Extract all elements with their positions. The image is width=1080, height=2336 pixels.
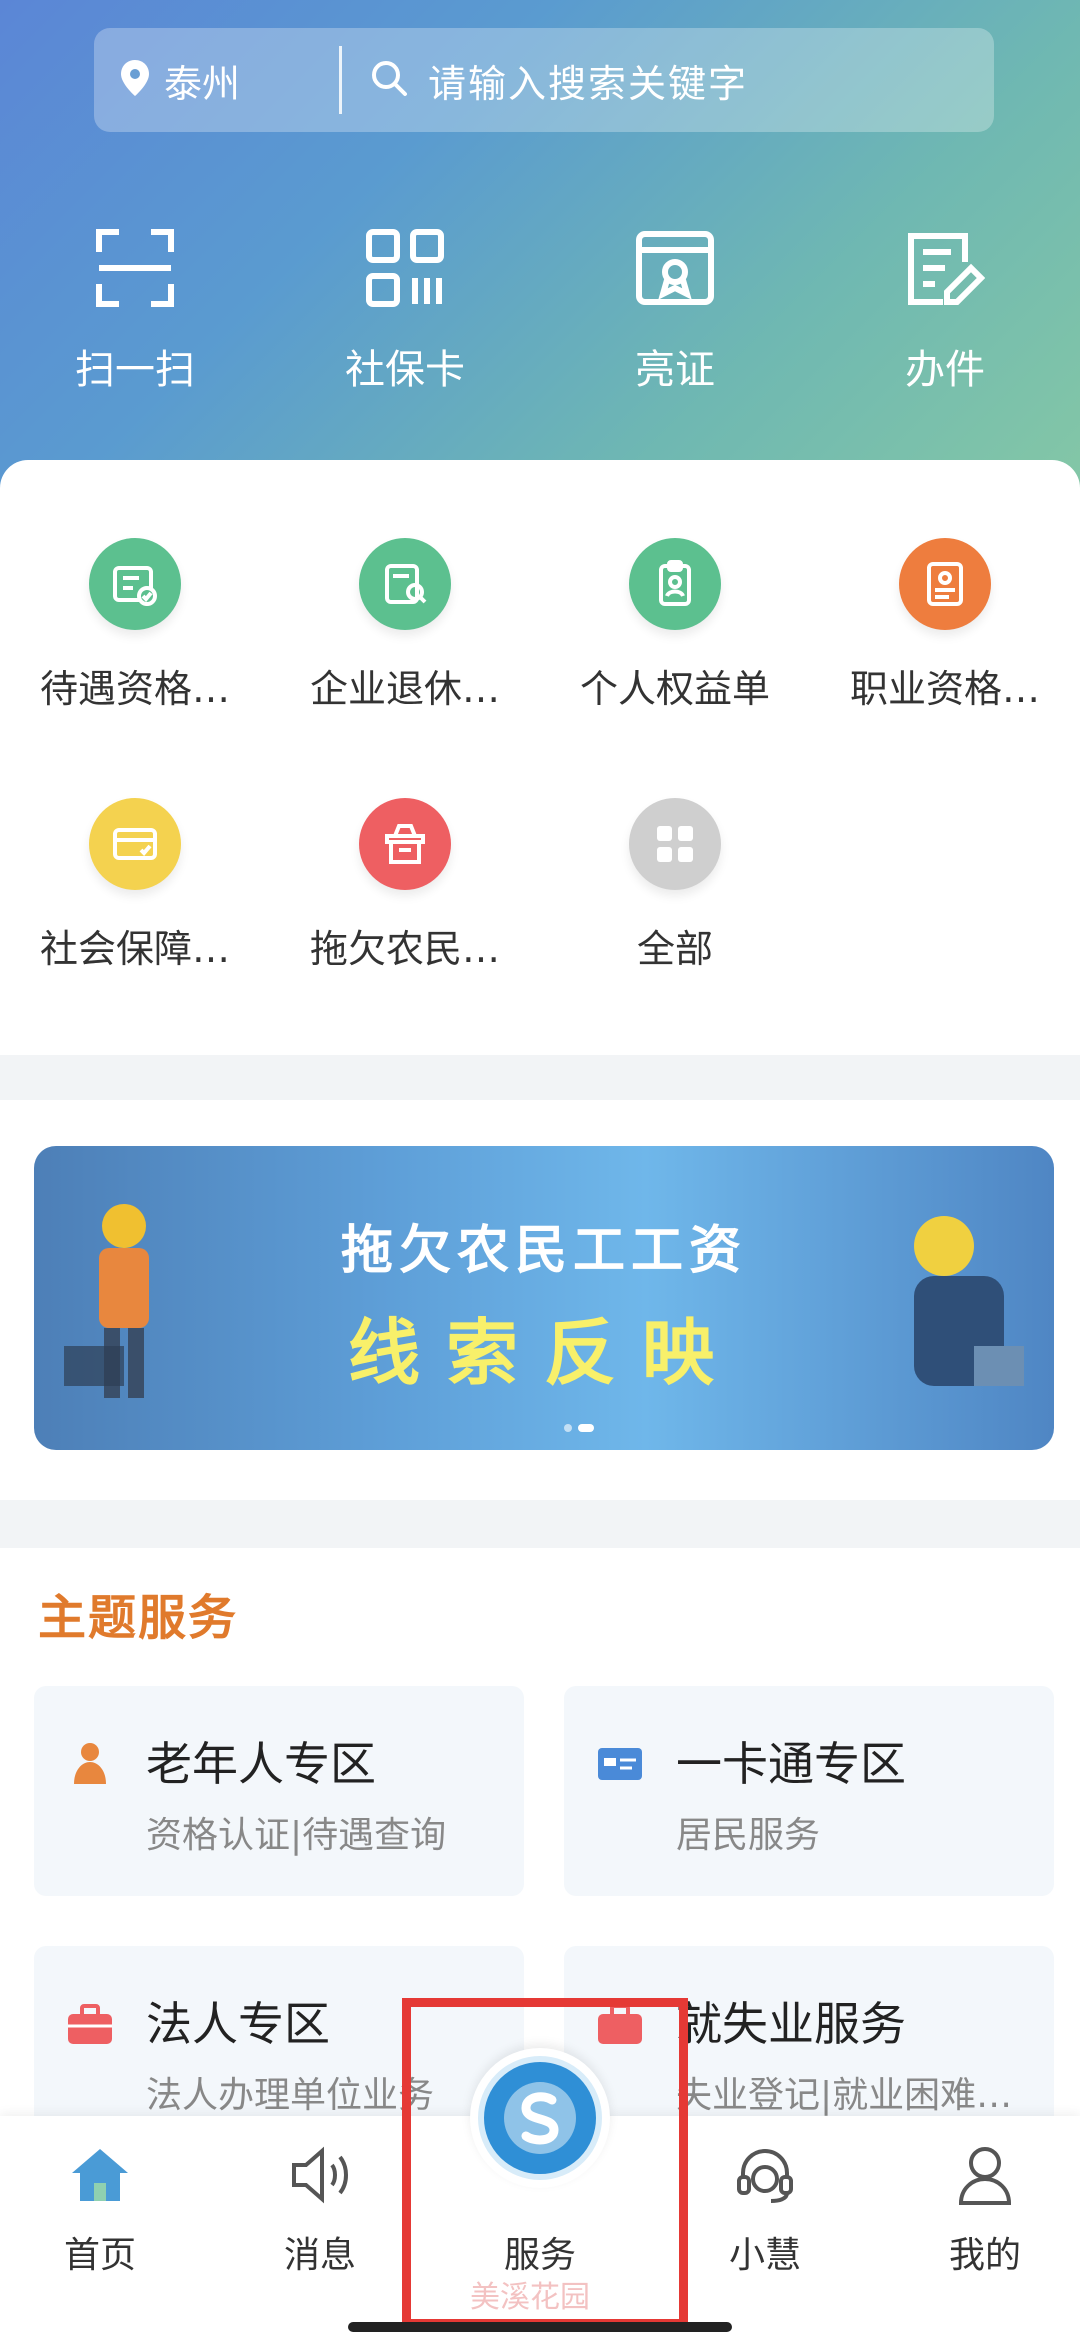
service-label: 企业退休…: [309, 667, 500, 711]
quick-action-label: 社保卡: [345, 347, 465, 393]
headset-icon: [730, 2140, 800, 2210]
service-all[interactable]: 全部: [540, 798, 810, 973]
tile-name: 就失业服务: [676, 1997, 906, 2051]
service-enterprise-retire[interactable]: 企业退休…: [270, 538, 540, 713]
service-label: 待遇资格…: [39, 667, 230, 711]
tile-name: 法人专区: [146, 1997, 330, 2051]
service-label: 社会保障…: [39, 927, 230, 971]
nav-label: 我的: [948, 2235, 1021, 2276]
search-bar[interactable]: 泰州 请输入搜索关键字: [94, 28, 994, 132]
service-social-security[interactable]: 社会保障…: [0, 798, 270, 973]
service-label: 职业资格…: [849, 667, 1040, 711]
carousel-dot-active: [578, 1424, 594, 1432]
search-placeholder: 请输入搜索关键字: [428, 61, 749, 106]
service-label: 拖欠农民…: [309, 927, 500, 971]
id-card-check-icon: [89, 538, 181, 630]
document-search-icon: [359, 538, 451, 630]
service-label: 全部: [636, 927, 713, 971]
banner-carousel[interactable]: 拖欠农民工工资 线索反映: [34, 1146, 1054, 1450]
qr-code-icon: [362, 225, 448, 311]
tile-sub: 法人办理单位业务: [146, 2075, 435, 2116]
card-check-icon: [89, 798, 181, 890]
credential-icon: [899, 538, 991, 630]
tile-elderly[interactable]: 老年人专区 资格认证|待遇查询: [34, 1686, 524, 1896]
tile-sub: 居民服务: [676, 1815, 821, 1856]
header: 泰州 请输入搜索关键字 扫一扫 社保卡 亮证 办件: [0, 0, 1080, 500]
grid-icon: [629, 798, 721, 890]
service-unpaid-wages[interactable]: 拖欠农民…: [270, 798, 540, 973]
briefcase-icon: [64, 1998, 116, 2050]
tile-one-card[interactable]: 一卡通专区 居民服务: [564, 1686, 1054, 1896]
certificate-icon: [632, 225, 718, 311]
nav-profile[interactable]: 我的: [925, 2140, 1045, 2278]
edit-document-icon: [902, 225, 988, 311]
worker-illustration-icon: [914, 1216, 1024, 1386]
search-input[interactable]: 请输入搜索关键字: [342, 53, 748, 108]
location-pin-icon: [120, 59, 150, 101]
quick-action-social-card[interactable]: 社保卡: [270, 225, 540, 395]
banner-section: 拖欠农民工工资 线索反映: [0, 1100, 1080, 1500]
location-selector[interactable]: 泰州: [94, 28, 339, 132]
nav-home[interactable]: 首页: [40, 2140, 160, 2278]
home-indicator[interactable]: [348, 2322, 732, 2332]
service-grid: 待遇资格… 企业退休… 个人权益单 职业资格… 社会保障… 拖欠农民… 全部: [0, 460, 1080, 1055]
quick-action-label: 亮证: [635, 347, 715, 393]
tile-name: 一卡通专区: [676, 1737, 906, 1791]
service-label: 个人权益单: [579, 667, 770, 711]
clipboard-person-icon: [629, 538, 721, 630]
carousel-indicator: [564, 1424, 594, 1432]
nav-label: 首页: [63, 2235, 136, 2276]
nav-messages[interactable]: 消息: [260, 2140, 380, 2278]
scan-icon: [92, 225, 178, 311]
tile-sub: 资格认证|待遇查询: [146, 1815, 447, 1856]
quick-action-show-cert[interactable]: 亮证: [540, 225, 810, 395]
quick-action-scan[interactable]: 扫一扫: [0, 225, 270, 395]
section-title: 主题服务: [38, 1590, 239, 1646]
quick-action-label: 扫一扫: [75, 347, 195, 393]
box-icon: [359, 798, 451, 890]
tile-name: 老年人专区: [146, 1737, 376, 1791]
home-icon: [65, 2140, 135, 2210]
elderly-icon: [64, 1738, 116, 1790]
service-personal-rights[interactable]: 个人权益单: [540, 538, 810, 713]
location-label: 泰州: [164, 61, 241, 106]
nav-label: 小慧: [728, 2235, 801, 2276]
user-icon: [950, 2140, 1020, 2210]
card-icon: [594, 1738, 646, 1790]
nav-label: 消息: [283, 2235, 356, 2276]
quick-actions: 扫一扫 社保卡 亮证 办件: [0, 225, 1080, 395]
watermark: 美溪花园: [470, 2280, 590, 2315]
search-icon: [370, 59, 408, 101]
quick-action-apply[interactable]: 办件: [810, 225, 1080, 395]
tile-sub: 失业登记|就业困难…: [676, 2075, 1013, 2116]
service-benefit-qualification[interactable]: 待遇资格…: [0, 538, 270, 713]
nav-assistant[interactable]: 小慧: [705, 2140, 825, 2278]
speaker-icon: [285, 2140, 355, 2210]
carousel-dot: [564, 1424, 572, 1432]
service-professional-qualification[interactable]: 职业资格…: [810, 538, 1080, 713]
quick-action-label: 办件: [905, 347, 985, 393]
